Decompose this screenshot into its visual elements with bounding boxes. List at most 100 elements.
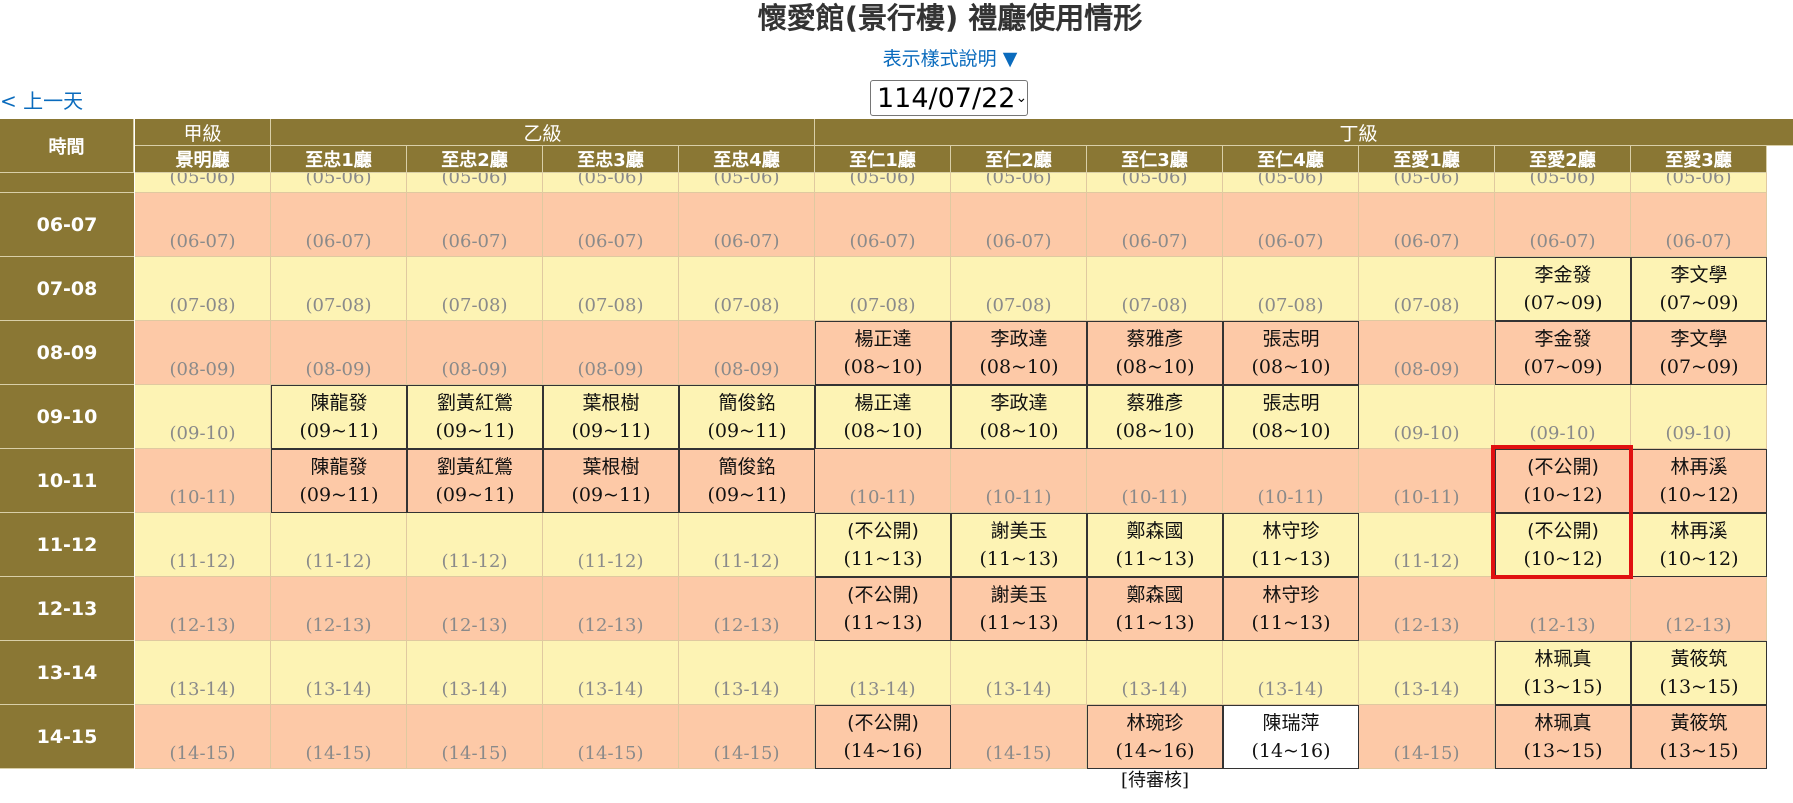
slot-cell[interactable]: (10-11)	[815, 449, 951, 513]
slot-cell[interactable]: (06-07)	[951, 193, 1087, 257]
booking-cell[interactable]: 葉根樹 (09~11)	[543, 385, 679, 449]
slot-cell[interactable]: (12-13)	[271, 577, 407, 641]
slot-cell[interactable]: (08-09)	[1359, 321, 1495, 385]
slot-cell[interactable]: (14-15)	[407, 705, 543, 769]
slot-cell[interactable]: (11-12)	[407, 513, 543, 577]
booking-cell[interactable]: 李政達 (08~10)	[951, 321, 1087, 385]
slot-cell[interactable]: (12-13)	[543, 577, 679, 641]
slot-cell[interactable]: (12-13)	[679, 577, 815, 641]
booking-cell[interactable]: 林守珍 (11~13)	[1223, 513, 1359, 577]
booking-cell[interactable]: (不公開) (14~16)	[815, 705, 951, 769]
booking-cell[interactable]: 簡俊銘 (09~11)	[679, 449, 815, 513]
booking-cell[interactable]: 林珮真 (13~15)	[1495, 641, 1631, 705]
booking-cell[interactable]: (不公開) (10~12)	[1495, 449, 1631, 513]
slot-cell[interactable]: (06-07)	[135, 193, 271, 257]
slot-cell[interactable]: (06-07)	[1495, 193, 1631, 257]
slot-cell[interactable]: (09-10)	[1495, 385, 1631, 449]
slot-cell[interactable]: (13-14)	[543, 641, 679, 705]
slot-cell[interactable]: (14-15)	[543, 705, 679, 769]
slot-cell[interactable]: (13-14)	[679, 641, 815, 705]
booking-cell[interactable]: 陳龍發 (09~11)	[271, 385, 407, 449]
slot-cell[interactable]: (14-15)	[1359, 705, 1495, 769]
booking-cell[interactable]: 黃筱筑 (13~15)	[1631, 705, 1767, 769]
slot-cell[interactable]: (10-11)	[135, 449, 271, 513]
booking-cell[interactable]: 陳龍發 (09~11)	[271, 449, 407, 513]
slot-cell[interactable]: (14-15)	[679, 705, 815, 769]
slot-cell[interactable]: (10-11)	[1223, 449, 1359, 513]
slot-cell[interactable]: (13-14)	[1087, 641, 1223, 705]
slot-cell[interactable]: (06-07)	[407, 193, 543, 257]
slot-cell[interactable]: (07-08)	[135, 257, 271, 321]
booking-cell[interactable]: 楊正達 (08~10)	[815, 385, 951, 449]
slot-cell[interactable]: (14-15)	[951, 705, 1087, 769]
booking-cell[interactable]: 李政達 (08~10)	[951, 385, 1087, 449]
slot-cell[interactable]: (07-08)	[543, 257, 679, 321]
booking-cell[interactable]: 葉根樹 (09~11)	[543, 449, 679, 513]
slot-cell[interactable]: (12-13)	[1495, 577, 1631, 641]
slot-cell[interactable]: (12-13)	[1359, 577, 1495, 641]
booking-cell[interactable]: 李金發 (07~09)	[1495, 257, 1631, 321]
slot-cell[interactable]: (10-11)	[1087, 449, 1223, 513]
slot-cell[interactable]: (11-12)	[543, 513, 679, 577]
slot-cell[interactable]: (06-07)	[815, 193, 951, 257]
booking-cell[interactable]: 林琬珍 (14~16) [待審核]	[1087, 705, 1223, 791]
booking-cell[interactable]: 謝美玉 (11~13)	[951, 513, 1087, 577]
booking-cell[interactable]: 劉黃紅鶯 (09~11)	[407, 449, 543, 513]
slot-cell[interactable]: (07-08)	[271, 257, 407, 321]
booking-cell[interactable]: (不公開) (10~12)	[1495, 513, 1631, 577]
booking-cell[interactable]: 陳瑞萍 (14~16)	[1223, 705, 1359, 769]
slot-cell[interactable]: (07-08)	[1087, 257, 1223, 321]
booking-cell[interactable]: 蔡雅彥 (08~10)	[1087, 385, 1223, 449]
slot-cell[interactable]: (08-09)	[543, 321, 679, 385]
slot-cell[interactable]: (09-10)	[135, 385, 271, 449]
slot-cell[interactable]: (07-08)	[951, 257, 1087, 321]
slot-cell[interactable]: (06-07)	[1359, 193, 1495, 257]
slot-cell[interactable]: (10-11)	[951, 449, 1087, 513]
slot-cell[interactable]: (13-14)	[407, 641, 543, 705]
booking-cell[interactable]: 張志明 (08~10)	[1223, 321, 1359, 385]
date-select[interactable]: 114/07/22 ⌄	[870, 80, 1028, 116]
slot-cell[interactable]: (08-09)	[271, 321, 407, 385]
slot-cell[interactable]: (08-09)	[135, 321, 271, 385]
slot-cell[interactable]: (09-10)	[1359, 385, 1495, 449]
slot-cell[interactable]: (10-11)	[1359, 449, 1495, 513]
slot-cell[interactable]: (11-12)	[679, 513, 815, 577]
slot-cell[interactable]: (07-08)	[679, 257, 815, 321]
booking-cell[interactable]: 鄭森國 (11~13)	[1087, 513, 1223, 577]
booking-cell[interactable]: 楊正達 (08~10)	[815, 321, 951, 385]
slot-cell[interactable]: (13-14)	[815, 641, 951, 705]
booking-cell[interactable]: 林再溪 (10~12)	[1631, 513, 1767, 577]
slot-cell[interactable]: (06-07)	[1087, 193, 1223, 257]
booking-cell[interactable]: 林珮真 (13~15)	[1495, 705, 1631, 769]
slot-cell[interactable]: (09-10)	[1631, 385, 1767, 449]
slot-cell[interactable]: (07-08)	[407, 257, 543, 321]
booking-cell[interactable]: 張志明 (08~10)	[1223, 385, 1359, 449]
slot-cell[interactable]: (08-09)	[407, 321, 543, 385]
booking-cell[interactable]: 簡俊銘 (09~11)	[679, 385, 815, 449]
booking-cell[interactable]: 劉黃紅鶯 (09~11)	[407, 385, 543, 449]
booking-cell[interactable]: (不公開) (11~13)	[815, 577, 951, 641]
slot-cell[interactable]: (06-07)	[1223, 193, 1359, 257]
slot-cell[interactable]: (07-08)	[815, 257, 951, 321]
slot-cell[interactable]: (07-08)	[1223, 257, 1359, 321]
slot-cell[interactable]: (13-14)	[1359, 641, 1495, 705]
slot-cell[interactable]: (13-14)	[1223, 641, 1359, 705]
booking-cell[interactable]: 蔡雅彥 (08~10)	[1087, 321, 1223, 385]
slot-cell[interactable]: (07-08)	[1359, 257, 1495, 321]
booking-cell[interactable]: 李金發 (07~09)	[1495, 321, 1631, 385]
legend-toggle-link[interactable]: 表示樣式說明 ▼	[0, 46, 1793, 72]
slot-cell[interactable]: (14-15)	[271, 705, 407, 769]
booking-cell[interactable]: 鄭森國 (11~13)	[1087, 577, 1223, 641]
slot-cell[interactable]: (06-07)	[543, 193, 679, 257]
booking-cell[interactable]: 李文學 (07~09)	[1631, 257, 1767, 321]
slot-cell[interactable]: (06-07)	[271, 193, 407, 257]
prev-day-link[interactable]: < 上一天	[0, 88, 83, 114]
slot-cell[interactable]: (06-07)	[1631, 193, 1767, 257]
slot-cell[interactable]: (13-14)	[271, 641, 407, 705]
slot-cell[interactable]: (11-12)	[1359, 513, 1495, 577]
slot-cell[interactable]: (14-15)	[135, 705, 271, 769]
booking-cell[interactable]: 黃筱筑 (13~15)	[1631, 641, 1767, 705]
slot-cell[interactable]: (13-14)	[951, 641, 1087, 705]
booking-cell[interactable]: 謝美玉 (11~13)	[951, 577, 1087, 641]
slot-cell[interactable]: (12-13)	[1631, 577, 1767, 641]
